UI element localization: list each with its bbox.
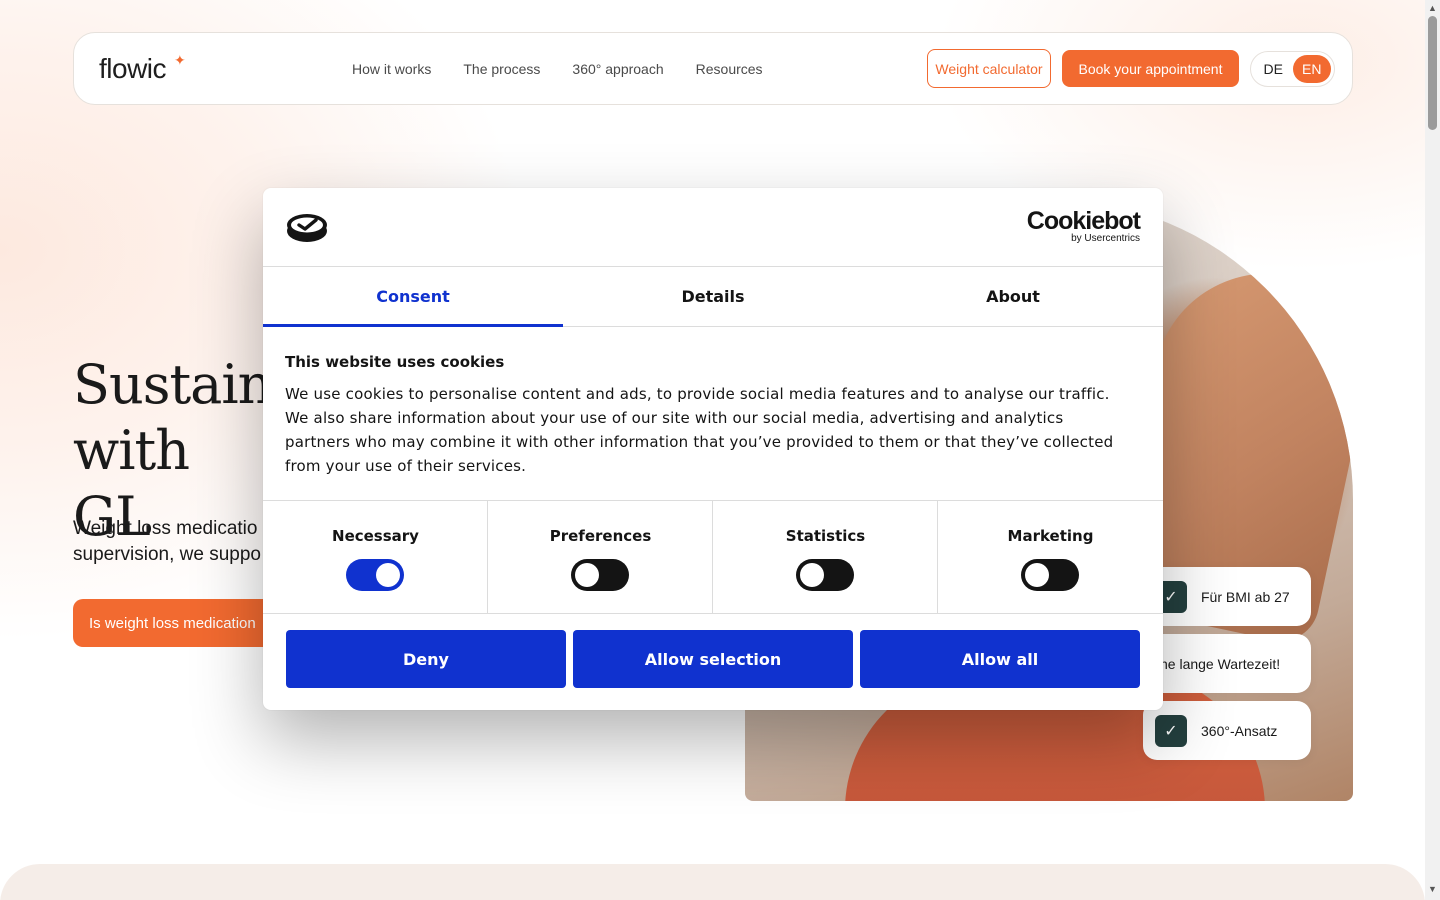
statistics-toggle[interactable] [796,559,854,591]
lang-en[interactable]: EN [1292,55,1331,83]
page-scrollbar[interactable]: ▲ ▼ [1425,0,1440,900]
tab-about[interactable]: About [863,267,1163,326]
cookie-dialog-body: We use cookies to personalise content an… [285,385,1114,475]
benefit-pill-waiting-time: ne lange Wartezeit! [1143,634,1311,693]
benefit-pill-bmi: ✓ Für BMI ab 27 [1143,567,1311,626]
nav-how-it-works[interactable]: How it works [352,61,431,77]
preferences-toggle[interactable] [571,559,629,591]
nav-360-approach[interactable]: 360° approach [572,61,663,77]
cookiebot-brand-by: by Usercentrics [1071,233,1140,244]
lang-de[interactable]: DE [1254,55,1293,83]
flowic-logo[interactable]: flowic [99,53,167,85]
category-marketing: Marketing [938,501,1163,613]
category-label: Statistics [785,527,866,545]
nav-resources[interactable]: Resources [696,61,763,77]
necessary-toggle[interactable] [346,559,404,591]
book-appointment-button[interactable]: Book your appointment [1062,50,1239,87]
hero-cta-button[interactable]: Is weight loss medication [73,599,273,647]
marketing-toggle[interactable] [1021,559,1079,591]
scroll-up-icon[interactable]: ▲ [1428,3,1437,13]
allow-all-button[interactable]: Allow all [860,630,1140,688]
benefit-pill-label: 360°-Ansatz [1201,722,1278,739]
category-preferences: Preferences [488,501,713,613]
hero-subtitle: Weight loss medicatio supervision, we su… [73,518,261,565]
cookie-consent-dialog: Cookiebot by Usercentrics Consent Detail… [263,188,1163,710]
deny-button[interactable]: Deny [286,630,566,688]
next-section [0,864,1425,900]
cookiebot-logo-icon [287,214,327,242]
allow-selection-button[interactable]: Allow selection [573,630,853,688]
scroll-thumb[interactable] [1428,16,1437,130]
tab-consent[interactable]: Consent [263,267,563,327]
scroll-down-icon[interactable]: ▼ [1428,884,1437,894]
benefit-pill-label: ne lange Wartezeit! [1160,655,1281,672]
nav-the-process[interactable]: The process [463,61,540,77]
cookie-dialog-tabs: Consent Details About [263,266,1163,327]
category-label: Marketing [1007,527,1094,545]
logo-spark-icon: ✦ [174,52,186,68]
cookie-dialog-heading: This website uses cookies [285,353,505,371]
category-statistics: Statistics [713,501,938,613]
benefit-pill-label: Für BMI ab 27 [1201,588,1290,605]
language-switcher: DE EN [1250,51,1335,87]
category-label: Preferences [549,527,652,545]
benefit-pill-360: ✓ 360°-Ansatz [1143,701,1311,760]
category-necessary: Necessary [263,501,488,613]
cookie-dialog-actions: Deny Allow selection Allow all [286,630,1140,688]
cookiebot-brand[interactable]: Cookiebot by Usercentrics [1026,207,1141,244]
cookie-categories: Necessary Preferences Statistics Marketi… [263,500,1163,614]
main-nav: How it works The process 360° approach R… [352,61,763,77]
weight-calculator-button[interactable]: Weight calculator [927,49,1051,88]
cookiebot-brand-name: Cookiebot [1026,207,1141,235]
check-icon: ✓ [1155,714,1187,747]
category-label: Necessary [332,527,419,545]
tab-details[interactable]: Details [563,267,863,326]
site-header: flowic ✦ How it works The process 360° a… [73,32,1353,105]
